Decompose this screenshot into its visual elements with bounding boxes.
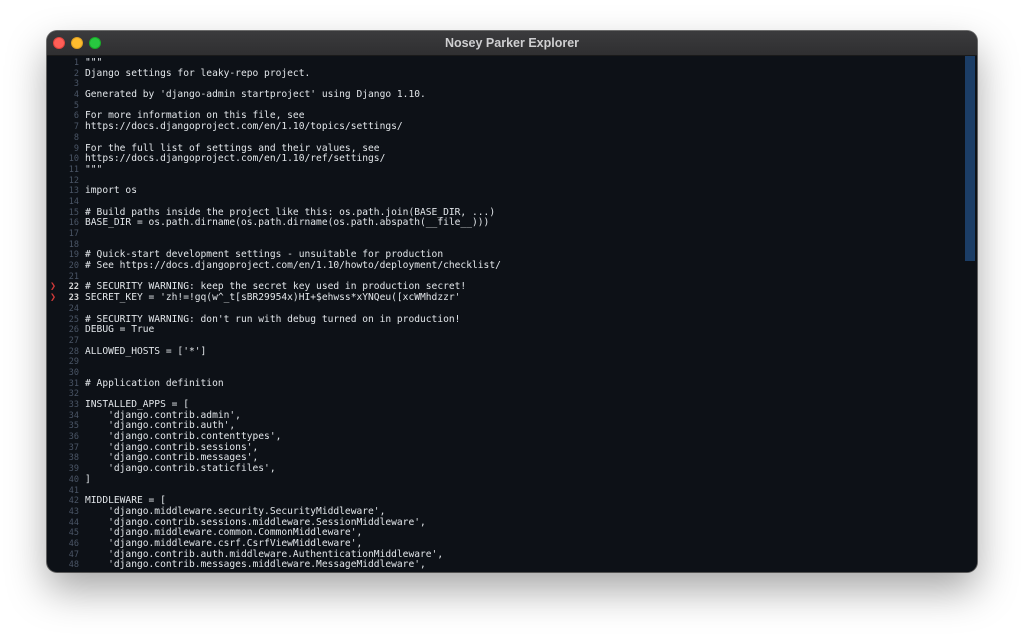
line-number: 37 xyxy=(68,442,79,453)
scrollbar-thumb[interactable] xyxy=(965,56,975,261)
line-number: 48 xyxy=(68,560,79,571)
line-number: 29 xyxy=(68,357,79,368)
line-number: 30 xyxy=(68,367,79,378)
vertical-scrollbar[interactable] xyxy=(965,56,977,572)
line-number: 2 xyxy=(73,68,79,79)
line-number: 24 xyxy=(68,303,79,314)
code-text: # See https://docs.djangoproject.com/en/… xyxy=(85,260,501,272)
line-number: 32 xyxy=(68,389,79,400)
line-number: 39 xyxy=(68,464,79,475)
code-text: https://docs.djangoproject.com/en/1.10/t… xyxy=(85,121,403,133)
line-number: 33 xyxy=(68,400,79,410)
line-number: 9 xyxy=(73,143,79,154)
line-number: 13 xyxy=(68,186,79,197)
code-text: ALLOWED_HOSTS = ['*'] xyxy=(85,345,207,357)
line-number: 12 xyxy=(68,175,79,186)
code-text: ] xyxy=(85,473,91,485)
code-text: import os xyxy=(85,185,137,197)
line-number: 14 xyxy=(68,196,79,207)
line-number: 22 xyxy=(68,282,79,293)
line-number: 11 xyxy=(68,164,79,175)
code-text: SECRET_KEY = 'zh!=!gq(w^_t[sBR29954x)HI+… xyxy=(85,292,461,304)
line-number: 46 xyxy=(68,538,79,549)
line-number: 31 xyxy=(68,378,79,389)
line-number: 44 xyxy=(68,517,79,528)
window-title: Nosey Parker Explorer xyxy=(444,36,580,50)
line-number: 16 xyxy=(68,218,79,229)
line-number: 21 xyxy=(68,271,79,282)
code-text: Django settings for leaky-repo project. xyxy=(85,67,311,79)
line-number: 5 xyxy=(73,100,79,111)
code-text: """ xyxy=(85,163,103,175)
line-number: 47 xyxy=(68,549,79,560)
line-number: 27 xyxy=(68,335,79,346)
line-number: 10 xyxy=(68,154,79,165)
code-text: 'django.contrib.messages.middleware.Mess… xyxy=(85,559,426,571)
line-number: 40 xyxy=(68,474,79,485)
line-number: 36 xyxy=(68,432,79,443)
line-number: 41 xyxy=(68,485,79,496)
line-number: 28 xyxy=(68,346,79,357)
line-number: 7 xyxy=(73,122,79,133)
line-number: 20 xyxy=(68,261,79,272)
line-number: 45 xyxy=(68,528,79,539)
line-number: 25 xyxy=(68,314,79,325)
match-marker-icon: ❯ xyxy=(50,292,57,304)
code-text: DEBUG = True xyxy=(85,324,155,336)
code-viewer[interactable]: 1 """ 2 Django settings for leaky-repo proj… xyxy=(47,56,977,572)
line-number: 43 xyxy=(68,506,79,517)
line-number: 6 xyxy=(73,111,79,122)
line-number: 35 xyxy=(68,421,79,432)
line-number: 15 xyxy=(68,207,79,218)
line-number: 8 xyxy=(73,132,79,143)
code-text: 'django.middleware.security.SecurityMidd… xyxy=(85,505,386,517)
code-text: https://docs.djangoproject.com/en/1.10/r… xyxy=(85,153,386,165)
app-window: Nosey Parker Explorer 1 """ 2 Django settin… xyxy=(47,31,977,572)
line-number: 38 xyxy=(68,453,79,464)
line-number: 19 xyxy=(68,250,79,261)
line-number: 18 xyxy=(68,239,79,250)
line-number: 17 xyxy=(68,229,79,239)
line-number: 3 xyxy=(73,79,79,90)
code-text: BASE_DIR = os.path.dirname(os.path.dirna… xyxy=(85,217,490,229)
code-text: # Application definition xyxy=(85,377,224,389)
line-number: 1 xyxy=(73,58,79,68)
line-number: 42 xyxy=(68,496,79,507)
line-number: 4 xyxy=(73,90,79,101)
code-text: 'django.contrib.staticfiles', xyxy=(85,463,276,475)
title-bar[interactable]: Nosey Parker Explorer xyxy=(47,31,977,56)
line-number: 23 xyxy=(68,293,79,304)
line-number: 26 xyxy=(68,325,79,336)
line-number: 34 xyxy=(68,410,79,421)
code-text: Generated by 'django-admin startproject'… xyxy=(85,89,426,101)
